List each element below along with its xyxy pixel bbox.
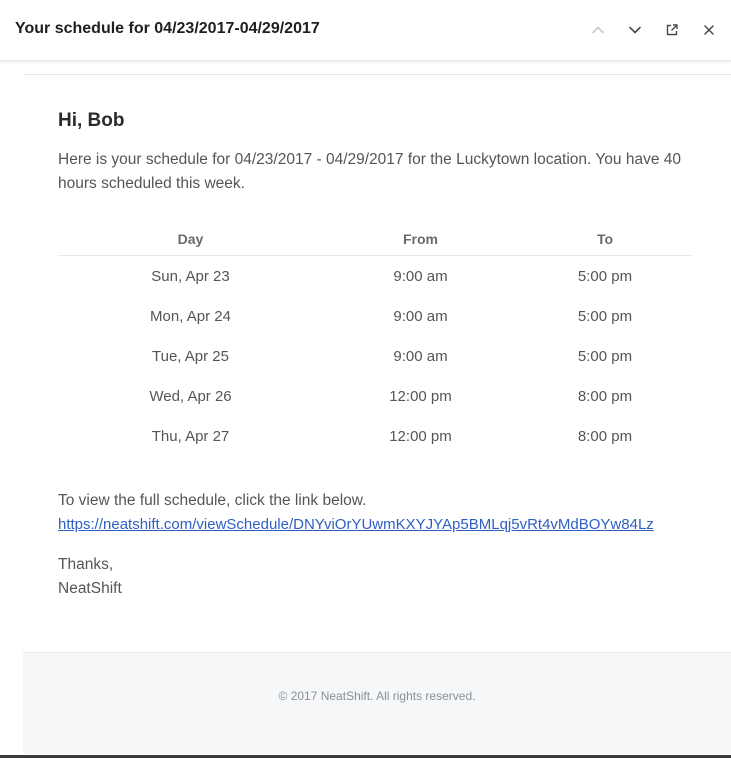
title-bar: Your schedule for 04/23/2017-04/29/2017	[0, 0, 731, 61]
sign-off: Thanks, NeatShift	[58, 553, 122, 601]
table-row: Thu, Apr 27 12:00 pm 8:00 pm	[58, 416, 692, 456]
table-header-row: Day From To	[58, 222, 692, 256]
from-cell: 12:00 pm	[389, 427, 452, 445]
email-viewer-window: Your schedule for 04/23/2017-04/29/2017	[0, 0, 731, 758]
copyright-text: © 2017 NeatShift. All rights reserved.	[278, 689, 476, 703]
thanks-text: Thanks,	[58, 556, 114, 573]
from-cell: 9:00 am	[393, 267, 448, 285]
from-cell: 12:00 pm	[389, 387, 452, 405]
day-cell: Wed, Apr 26	[149, 387, 232, 405]
previous-email-button[interactable]	[586, 18, 610, 42]
signature-text: NeatShift	[58, 580, 122, 597]
email-footer: © 2017 NeatShift. All rights reserved.	[23, 652, 731, 754]
table-row: Wed, Apr 26 12:00 pm 8:00 pm	[58, 376, 692, 416]
day-cell: Mon, Apr 24	[150, 307, 231, 325]
day-cell: Tue, Apr 25	[152, 347, 229, 365]
from-cell: 9:00 am	[393, 307, 448, 325]
chevron-up-icon	[592, 26, 604, 34]
to-cell: 5:00 pm	[577, 307, 633, 325]
intro-paragraph: Here is your schedule for 04/23/2017 - 0…	[58, 151, 682, 192]
chevron-down-icon	[629, 26, 641, 34]
greeting-heading: Hi, Bob	[58, 110, 125, 131]
close-icon	[704, 25, 714, 35]
column-header-to: To	[518, 222, 692, 256]
column-header-day: Day	[58, 222, 323, 256]
external-link-icon	[666, 24, 678, 36]
to-cell: 8:00 pm	[577, 387, 633, 405]
content-divider	[23, 74, 731, 75]
close-button[interactable]	[697, 18, 721, 42]
view-schedule-text: To view the full schedule, click the lin…	[58, 492, 367, 509]
next-email-button[interactable]	[623, 18, 647, 42]
schedule-link[interactable]: https://neatshift.com/viewSchedule/DNYvi…	[58, 516, 654, 533]
view-schedule-section: To view the full schedule, click the lin…	[58, 489, 718, 537]
open-in-new-window-button[interactable]	[660, 18, 684, 42]
table-row: Sun, Apr 23 9:00 am 5:00 pm	[58, 256, 692, 297]
to-cell: 5:00 pm	[577, 267, 633, 285]
day-cell: Sun, Apr 23	[151, 267, 230, 285]
column-header-from: From	[323, 222, 518, 256]
to-cell: 5:00 pm	[577, 347, 633, 365]
to-cell: 8:00 pm	[577, 427, 633, 445]
email-subject-title: Your schedule for 04/23/2017-04/29/2017	[15, 20, 320, 37]
from-cell: 9:00 am	[393, 347, 448, 365]
day-cell: Thu, Apr 27	[151, 427, 230, 445]
table-row: Tue, Apr 25 9:00 am 5:00 pm	[58, 336, 692, 376]
table-row: Mon, Apr 24 9:00 am 5:00 pm	[58, 296, 692, 336]
schedule-table: Day From To Sun, Apr 23 9:00 am 5:00 pm …	[58, 222, 692, 456]
